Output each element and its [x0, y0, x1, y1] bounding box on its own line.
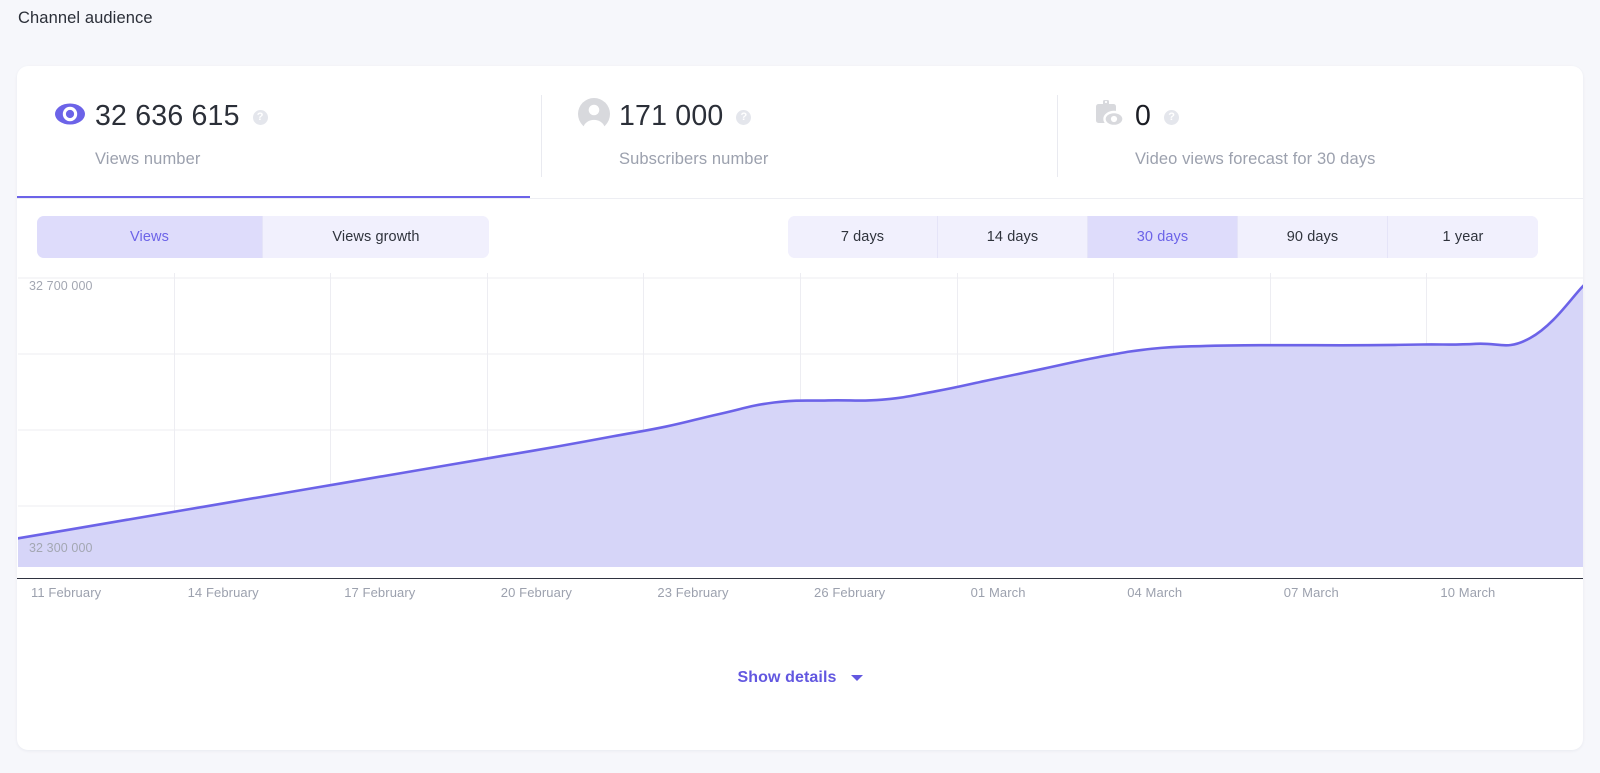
- stat-label: Video views forecast for 30 days: [1135, 150, 1376, 168]
- video-views-forecast-icon: [1093, 97, 1127, 131]
- metric-toggle-group: Views Views growth: [37, 216, 489, 258]
- chevron-down-icon: [850, 675, 863, 681]
- x-axis-tick-label: 20 February: [500, 585, 572, 600]
- show-details-label: Show details: [737, 669, 837, 686]
- stat-value: 171 000: [619, 99, 724, 132]
- stat-value: 32 636 615: [95, 99, 240, 132]
- x-axis-tick-label: 10 March: [1440, 585, 1496, 600]
- tab-views[interactable]: Views: [37, 216, 263, 258]
- x-axis-tick-label: 23 February: [657, 585, 729, 600]
- range-14-days[interactable]: 14 days: [938, 216, 1088, 258]
- x-axis-tick-labels: 11 February 14 February 17 February 20 Febr…: [17, 585, 1583, 615]
- x-axis-tick-label: 07 March: [1283, 585, 1339, 600]
- y-axis-tick-bottom: 32 300 000: [29, 541, 93, 555]
- stat-value-row: 0 ?: [1135, 96, 1583, 136]
- help-icon[interactable]: ?: [1164, 110, 1180, 125]
- chart-canvas[interactable]: [18, 273, 1583, 573]
- show-details-button[interactable]: Show details: [738, 669, 863, 687]
- x-axis-tick-label: 17 February: [344, 585, 416, 600]
- stat-label: Subscribers number: [619, 150, 769, 168]
- chart-controls: Views Views growth 7 days 14 days 30 day…: [17, 199, 1583, 273]
- tab-views-growth[interactable]: Views growth: [263, 216, 489, 258]
- eye-icon: [53, 97, 87, 131]
- stat-card-subscribers-number[interactable]: 171 000 ? Subscribers number: [541, 66, 1057, 199]
- page-title: Channel audience: [18, 9, 153, 27]
- channel-audience-card: 32 636 615 ? Views number 171 000 ? Subs…: [17, 66, 1583, 750]
- help-icon[interactable]: ?: [736, 110, 752, 125]
- range-7-days[interactable]: 7 days: [788, 216, 938, 258]
- help-icon[interactable]: ?: [252, 110, 268, 125]
- person-icon: [577, 97, 611, 131]
- show-details-row: Show details: [17, 669, 1583, 687]
- stat-value: 0: [1135, 99, 1152, 132]
- stat-card-video-views-forecast[interactable]: 0 ? Video views forecast for 30 days: [1057, 66, 1583, 199]
- x-axis-tick-label: 11 February: [31, 585, 102, 600]
- x-axis-tick-label: 04 March: [1127, 585, 1183, 600]
- y-axis-tick-top: 32 700 000: [29, 279, 93, 293]
- stats-row: 32 636 615 ? Views number 171 000 ? Subs…: [17, 66, 1583, 199]
- range-90-days[interactable]: 90 days: [1238, 216, 1388, 258]
- range-toggle-group: 7 days 14 days 30 days 90 days 1 year: [788, 216, 1538, 258]
- range-1-year[interactable]: 1 year: [1388, 216, 1538, 258]
- stat-label: Views number: [95, 150, 201, 168]
- stat-card-views-number[interactable]: 32 636 615 ? Views number: [17, 66, 541, 199]
- range-30-days[interactable]: 30 days: [1088, 216, 1238, 258]
- views-area-chart[interactable]: 32 700 000 32 300 000 11 February 14 Febr…: [17, 273, 1583, 603]
- stat-value-row: 32 636 615 ?: [95, 96, 541, 136]
- x-axis-tick-label: 26 February: [814, 585, 886, 600]
- x-axis-line: [17, 578, 1583, 579]
- stat-value-row: 171 000 ?: [619, 96, 1057, 136]
- x-axis-tick-label: 14 February: [187, 585, 259, 600]
- x-axis-tick-label: 01 March: [970, 585, 1026, 600]
